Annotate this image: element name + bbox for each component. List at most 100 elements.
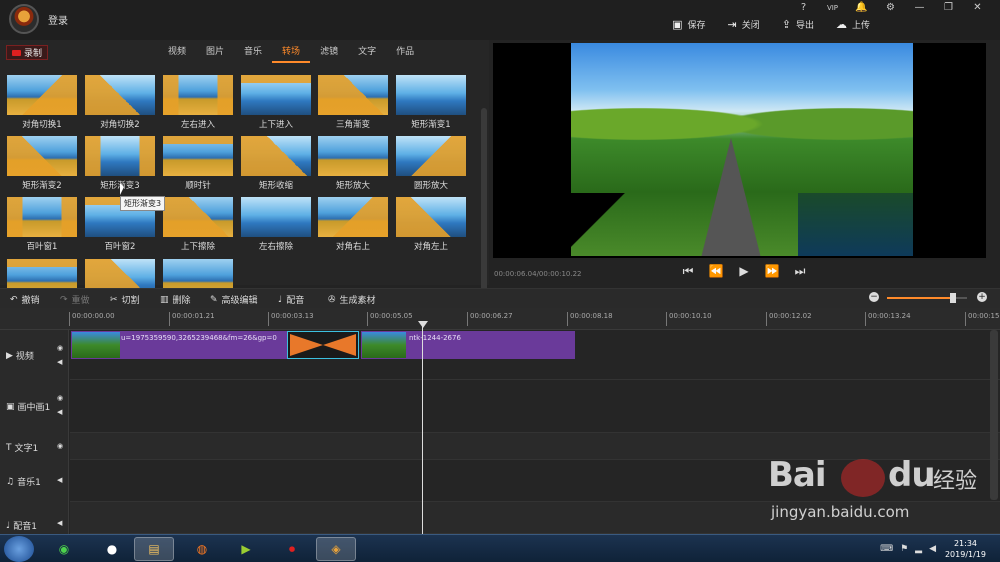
library-scrollbar[interactable] xyxy=(481,108,487,295)
step-back-icon[interactable]: ⏪ xyxy=(707,264,725,279)
volume-icon[interactable]: ◀ xyxy=(57,408,62,416)
transition-thumb[interactable]: 对角右上 xyxy=(318,197,388,252)
tab-music[interactable]: 音乐 xyxy=(234,45,272,63)
video-clip[interactable]: ntk-1244-2676 xyxy=(361,331,575,359)
redo-button[interactable]: ↷ 重做 xyxy=(60,293,90,307)
tab-text[interactable]: 文字 xyxy=(348,45,386,63)
zoom-knob[interactable] xyxy=(949,293,956,303)
transport-controls: ⏮ ⏪ ▶ ⏩ ⏭ xyxy=(679,264,809,279)
transition-thumb[interactable]: 矩形渐变1 xyxy=(396,75,466,130)
vip-icon[interactable]: VIP xyxy=(818,0,847,16)
close-icon[interactable]: ✕ xyxy=(963,0,992,16)
taskbar-clock[interactable]: 21:34 2019/1/19 xyxy=(945,538,986,560)
step-forward-icon[interactable]: ⏩ xyxy=(763,264,781,279)
play-app-icon: ▶ xyxy=(241,542,251,556)
taskbar-app-recorder[interactable]: ⏺ xyxy=(272,537,312,561)
microphone-icon: ♩ xyxy=(6,520,11,531)
transition-thumb[interactable]: 百叶窗1 xyxy=(7,197,77,252)
transition-thumb[interactable]: 对角左上 xyxy=(396,197,466,252)
transition-thumb[interactable]: 三角渐变 xyxy=(318,75,388,130)
record-button[interactable]: 录制 xyxy=(6,45,48,60)
minimize-icon[interactable]: — xyxy=(905,0,934,16)
transition-preview xyxy=(7,75,77,115)
skip-start-icon[interactable]: ⏮ xyxy=(679,264,697,279)
transition-label: 左右擦除 xyxy=(258,242,293,252)
taskbar-app-player[interactable]: ▶ xyxy=(226,537,266,561)
transition-label: 三角渐变 xyxy=(335,120,370,130)
voiceover-button[interactable]: ♩ 配音 xyxy=(278,293,304,307)
restore-icon[interactable]: ❐ xyxy=(934,0,963,16)
transition-thumb[interactable]: 左右进入 xyxy=(163,75,233,130)
generate-asset-button[interactable]: ✇ 生成素材 xyxy=(328,293,376,307)
transition-thumb[interactable]: 圆形放大 xyxy=(396,136,466,191)
skip-end-icon[interactable]: ⏭ xyxy=(791,264,809,279)
tab-image[interactable]: 图片 xyxy=(196,45,234,63)
baidu-watermark: Bai du 经验 jingyan.baidu.com xyxy=(768,455,993,540)
floppy-icon: ▣ xyxy=(672,18,683,31)
transition-thumb[interactable]: 矩形放大 xyxy=(318,136,388,191)
transition-clip[interactable] xyxy=(287,331,359,359)
taskbar-app-explorer[interactable]: ▤ xyxy=(134,537,174,561)
transition-thumb[interactable]: 顺时针 xyxy=(163,136,233,191)
zoom-in-button[interactable]: + xyxy=(977,292,987,302)
login-link[interactable]: 登录 xyxy=(48,12,68,27)
transition-thumb[interactable]: 上下进入 xyxy=(241,75,311,130)
transition-thumb[interactable]: 矩形渐变2 xyxy=(7,136,77,191)
taskbar-app-editor[interactable]: ◈ xyxy=(316,537,356,561)
upload-button[interactable]: ☁ 上传 xyxy=(836,18,870,31)
delete-button[interactable]: ▥ 删除 xyxy=(160,293,191,307)
preview-time: 00:00:06.04/00:00:10.22 xyxy=(494,270,582,278)
file-actions: ▣ 保存 ⇥ 关闭 ⇪ 导出 ☁ 上传 xyxy=(650,18,870,31)
close-label: 关闭 xyxy=(741,21,760,31)
transition-thumb[interactable]: 对角切换2 xyxy=(85,75,155,130)
volume-icon[interactable]: ◀ xyxy=(57,358,62,366)
network-icon[interactable]: ▂ xyxy=(915,544,922,554)
start-button[interactable] xyxy=(4,536,34,562)
save-button[interactable]: ▣ 保存 xyxy=(672,18,705,31)
undo-icon: ↶ xyxy=(10,294,18,305)
transition-thumb[interactable]: 对角切换1 xyxy=(7,75,77,130)
transition-thumb[interactable]: 上下擦除 xyxy=(163,197,233,252)
speaker-icon[interactable]: ◀ xyxy=(929,544,936,554)
help-icon[interactable]: ? xyxy=(789,0,818,16)
keyboard-icon[interactable]: ⌨ xyxy=(880,544,893,554)
taskbar-app-green[interactable]: ◉ xyxy=(44,537,84,561)
volume-icon[interactable]: ◀ xyxy=(57,476,62,484)
transition-preview xyxy=(85,136,155,176)
cut-button[interactable]: ✂ 切割 xyxy=(110,293,140,307)
close-project-button[interactable]: ⇥ 关闭 xyxy=(728,18,760,31)
play-icon[interactable]: ▶ xyxy=(735,264,753,279)
flag-icon[interactable]: ⚑ xyxy=(900,544,908,554)
volume-icon[interactable]: ◀ xyxy=(57,519,62,527)
tab-video[interactable]: 视频 xyxy=(158,45,196,63)
transition-preview xyxy=(318,197,388,237)
transition-thumb[interactable]: 左右擦除 xyxy=(241,197,311,252)
playhead-line[interactable] xyxy=(422,321,423,534)
advanced-edit-button[interactable]: ✎ 高级编辑 xyxy=(210,293,258,307)
eye-icon[interactable]: ◉ xyxy=(57,442,63,450)
app-logo[interactable] xyxy=(9,4,39,34)
taskbar-app-qq[interactable]: ● xyxy=(92,537,132,561)
tab-transition[interactable]: 转场 xyxy=(272,45,311,63)
export-button[interactable]: ⇪ 导出 xyxy=(782,18,814,31)
zoom-slider[interactable] xyxy=(887,293,967,303)
gear-icon[interactable]: ⚙ xyxy=(876,0,905,16)
penguin-icon: ● xyxy=(106,542,118,556)
eye-icon[interactable]: ◉ xyxy=(57,394,63,402)
tab-filter[interactable]: 滤镜 xyxy=(310,45,348,63)
video-clip[interactable]: u=1975359590,3265239468&fm=26&gp=0 xyxy=(71,331,287,359)
undo-button[interactable]: ↶ 撤销 xyxy=(10,293,40,307)
ruler-tick: 00:00:10.10 xyxy=(666,312,712,326)
lane-video[interactable]: u=1975359590,3265239468&fm=26&gp=0 ntk-1… xyxy=(70,330,1000,380)
zoom-out-button[interactable]: − xyxy=(869,292,879,302)
playhead-handle[interactable] xyxy=(418,321,428,328)
transition-label: 矩形渐变1 xyxy=(411,120,451,130)
tab-works[interactable]: 作品 xyxy=(386,45,424,63)
eye-icon[interactable]: ◉ xyxy=(57,344,63,352)
transition-thumb[interactable]: 矩形收缩 xyxy=(241,136,311,191)
transition-overlay xyxy=(241,197,311,237)
lane-pip[interactable] xyxy=(70,380,1000,433)
timeline-ruler[interactable]: 00:00:00.00 00:00:01.21 00:00:03.13 00:0… xyxy=(0,308,1000,330)
bell-icon[interactable]: 🔔 xyxy=(847,0,876,16)
taskbar-app-firefox[interactable]: ◍ xyxy=(182,537,222,561)
